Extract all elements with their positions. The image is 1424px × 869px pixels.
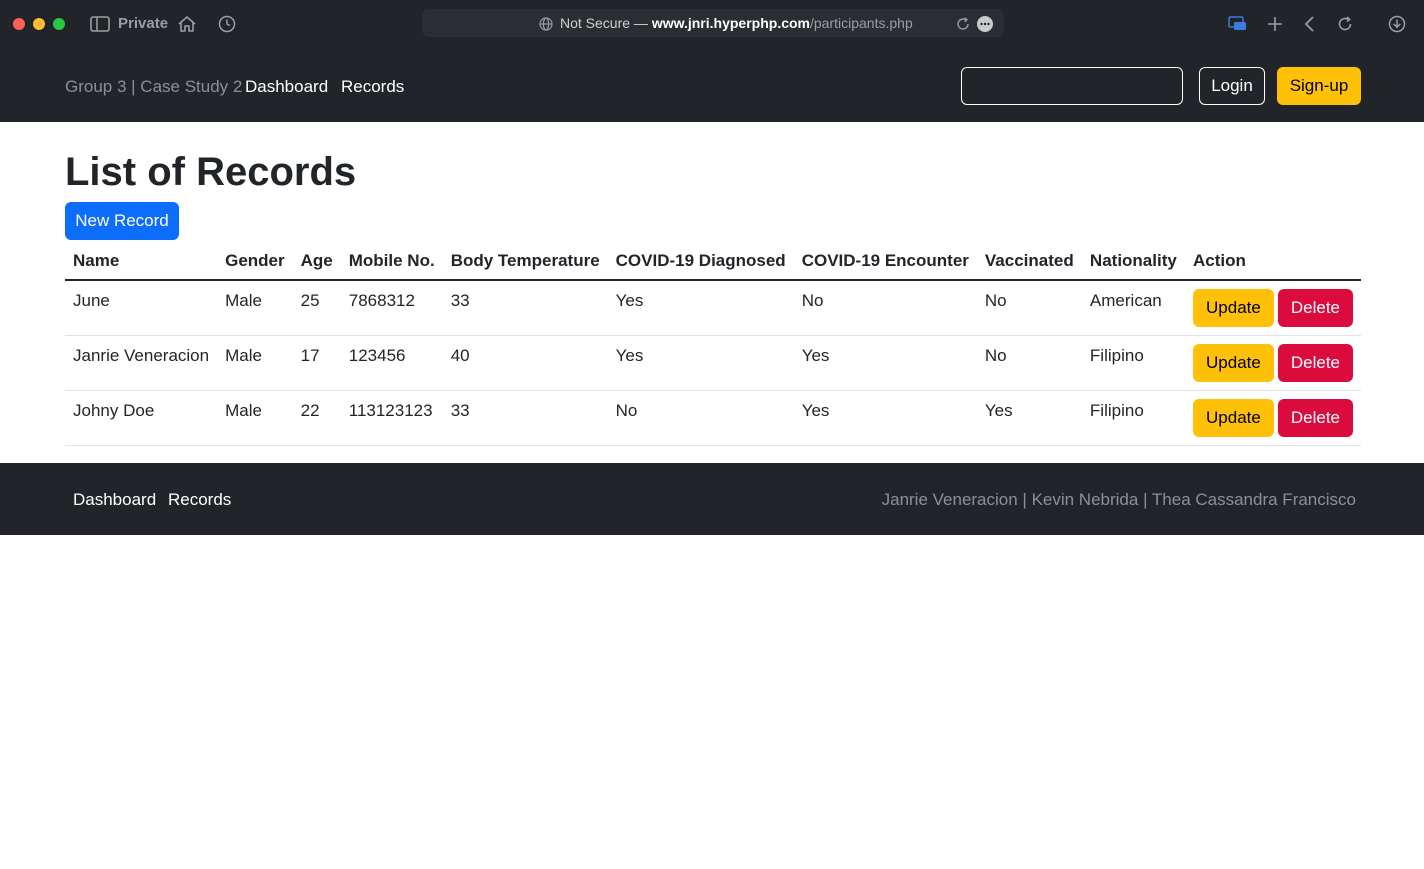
column-header-mobile: Mobile No. — [340, 242, 443, 281]
cell-vaccinated: No — [976, 335, 1082, 391]
table-row: June Male 25 7868312 33 Yes No No Americ… — [65, 280, 1361, 336]
cell-covid-diagnosed: No — [607, 390, 794, 446]
cell-nationality: American — [1081, 280, 1186, 336]
cell-mobile: 7868312 — [340, 280, 443, 336]
cell-action: Update Delete — [1185, 280, 1361, 336]
new-tab-icon[interactable] — [1264, 13, 1286, 35]
cell-age: 22 — [292, 390, 341, 446]
column-header-nationality: Nationality — [1081, 242, 1186, 281]
window-minimize-button[interactable] — [33, 18, 45, 30]
url-path: /participants.php — [810, 15, 913, 31]
window-maximize-button[interactable] — [53, 18, 65, 30]
cell-name: June — [65, 280, 218, 336]
cell-name: Johny Doe — [65, 390, 218, 446]
cell-gender: Male — [217, 280, 293, 336]
table-row: Janrie Veneracion Male 17 123456 40 Yes … — [65, 335, 1361, 391]
cell-body-temperature: 33 — [442, 280, 608, 336]
column-header-age: Age — [292, 242, 341, 281]
records-table: Name Gender Age Mobile No. Body Temperat… — [65, 242, 1361, 446]
brand-link[interactable]: Group 3 | Case Study 2 — [65, 77, 242, 97]
cell-action: Update Delete — [1185, 335, 1361, 391]
refresh-icon[interactable] — [1334, 13, 1356, 35]
address-text: Not Secure — www.jnri.hyperphp.com/parti… — [560, 15, 913, 31]
delete-button[interactable]: Delete — [1277, 398, 1353, 437]
search-input[interactable] — [961, 67, 1183, 105]
private-mode-label: Private — [118, 15, 169, 32]
column-header-gender: Gender — [217, 242, 293, 281]
cell-nationality: Filipino — [1081, 335, 1186, 391]
delete-button[interactable]: Delete — [1277, 289, 1353, 327]
cell-body-temperature: 33 — [442, 390, 608, 446]
delete-button[interactable]: Delete — [1277, 343, 1353, 382]
signup-button[interactable]: Sign-up — [1277, 67, 1361, 105]
url-host: www.jnri.hyperphp.com — [651, 15, 810, 31]
tab-overview-icon[interactable] — [1227, 13, 1249, 35]
home-icon[interactable] — [176, 13, 198, 35]
cell-mobile: 123456 — [340, 335, 443, 391]
table-header-row: Name Gender Age Mobile No. Body Temperat… — [65, 242, 1361, 281]
cell-gender: Male — [217, 335, 293, 391]
sidebar-toggle-icon[interactable] — [89, 13, 111, 35]
nav-dashboard-link[interactable]: Dashboard — [245, 77, 328, 97]
update-button[interactable]: Update — [1193, 343, 1274, 382]
nav-records-link[interactable]: Records — [341, 77, 404, 97]
cell-age: 25 — [292, 280, 341, 336]
column-header-covid-diagnosed: COVID-19 Diagnosed — [607, 242, 794, 281]
cell-mobile: 113123123 — [340, 390, 443, 446]
column-header-name: Name — [65, 242, 218, 281]
cell-covid-encounter: No — [793, 280, 977, 336]
column-header-body-temperature: Body Temperature — [442, 242, 608, 281]
login-button[interactable]: Login — [1199, 67, 1265, 105]
cell-vaccinated: No — [976, 280, 1082, 336]
cell-gender: Male — [217, 390, 293, 446]
cell-covid-encounter: Yes — [793, 335, 977, 391]
cell-body-temperature: 40 — [442, 335, 608, 391]
table-row: Johny Doe Male 22 113123123 33 No Yes Ye… — [65, 390, 1361, 446]
footer-credits: Janrie Veneracion | Kevin Nebrida | Thea… — [881, 490, 1356, 509]
update-button[interactable]: Update — [1193, 289, 1274, 327]
security-warning-text: Not Secure — — [560, 15, 652, 31]
update-button[interactable]: Update — [1193, 398, 1274, 437]
more-options-icon[interactable] — [974, 13, 996, 35]
cell-covid-encounter: Yes — [793, 390, 977, 446]
cell-nationality: Filipino — [1081, 390, 1186, 446]
cell-covid-diagnosed: Yes — [607, 335, 794, 391]
footer-records-link[interactable]: Records — [168, 490, 231, 510]
cell-vaccinated: Yes — [976, 390, 1082, 446]
history-icon[interactable] — [216, 13, 238, 35]
back-icon[interactable] — [1299, 13, 1321, 35]
new-record-button[interactable]: New Record — [65, 202, 179, 240]
reload-icon[interactable] — [952, 13, 974, 35]
footer-dashboard-link[interactable]: Dashboard — [73, 490, 156, 510]
window-close-button[interactable] — [13, 18, 25, 30]
page-title: List of Records — [65, 150, 357, 194]
cell-covid-diagnosed: Yes — [607, 280, 794, 336]
cell-age: 17 — [292, 335, 341, 391]
downloads-icon[interactable] — [1386, 13, 1408, 35]
cell-action: Update Delete — [1185, 390, 1361, 446]
column-header-covid-encounter: COVID-19 Encounter — [793, 242, 977, 281]
globe-icon — [535, 13, 557, 35]
column-header-vaccinated: Vaccinated — [976, 242, 1082, 281]
cell-name: Janrie Veneracion — [65, 335, 218, 391]
column-header-action: Action — [1185, 242, 1361, 281]
